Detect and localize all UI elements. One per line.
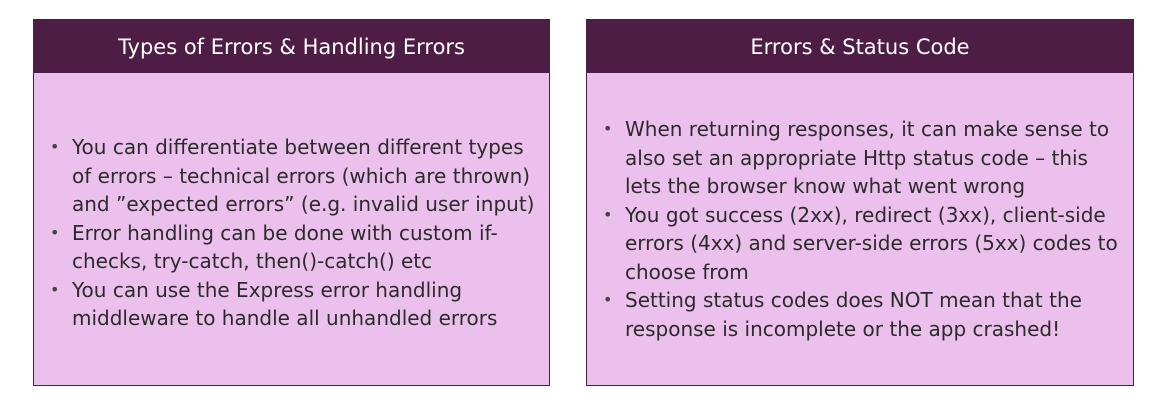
bullet-icon: •	[603, 204, 613, 224]
left-card: Types of Errors & Handling Errors • You c…	[33, 19, 550, 386]
list-item: • Error handling can be done with custom …	[50, 220, 498, 274]
bullet-icon: •	[50, 222, 60, 242]
bullet-icon: •	[50, 279, 60, 299]
left-card-title: Types of Errors & Handling Errors	[34, 20, 549, 73]
right-bullet-list: • When returning responses, it can make s…	[601, 115, 1123, 343]
list-item: • You got success (2xx), redirect (3xx), …	[603, 202, 1118, 284]
bullet-icon: •	[603, 119, 613, 138]
right-card-title: Errors & Status Code	[587, 20, 1133, 73]
list-item: • When returning responses, it can make s…	[603, 117, 1110, 198]
list-item: • You can use the Express error handling …	[50, 277, 498, 331]
bullet-icon: •	[603, 290, 613, 309]
right-card-body: • When returning responses, it can make s…	[587, 73, 1133, 385]
list-item: • Setting status codes does NOT mean that…	[603, 288, 1082, 341]
list-item: • You can differentiate between different…	[50, 135, 535, 217]
left-card-body: • You can differentiate between different…	[34, 73, 549, 385]
bullet-icon: •	[50, 137, 60, 157]
left-bullet-list: • You can differentiate between different…	[48, 133, 539, 333]
right-card: Errors & Status Code • When returning res…	[586, 19, 1134, 386]
